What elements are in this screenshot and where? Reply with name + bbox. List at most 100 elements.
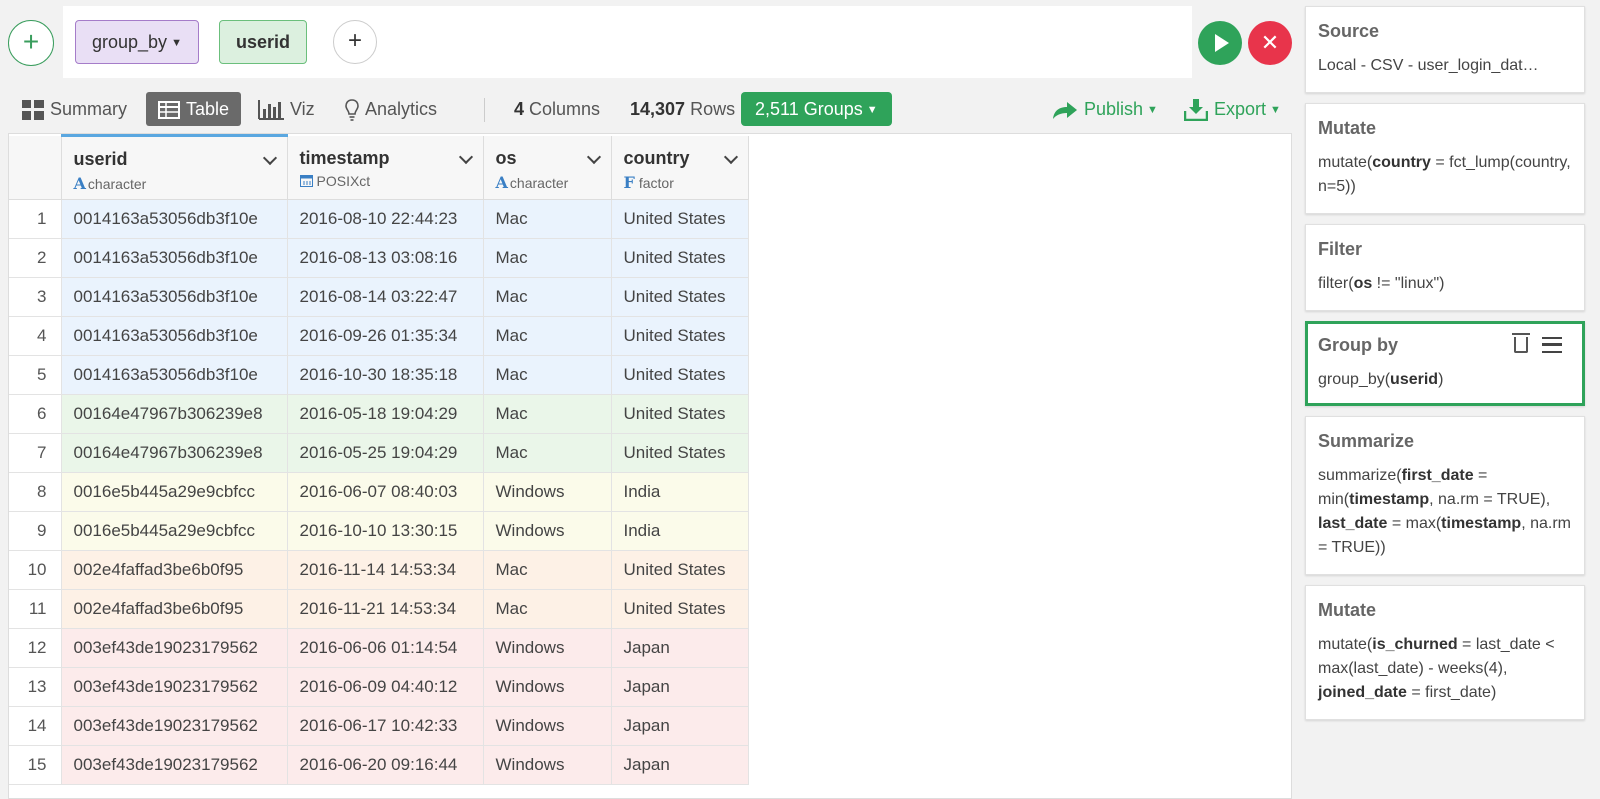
- cell-os: Mac: [483, 433, 612, 473]
- cell-userid: 0014163a53056db3f10e: [61, 238, 288, 278]
- step-title: Mutate: [1318, 600, 1376, 620]
- cell-userid: 003ef43de19023179562: [61, 745, 288, 785]
- table-row: 8 0016e5b445a29e9cbfcc 2016-06-07 08:40:03…: [9, 472, 749, 512]
- cell-timestamp: 2016-08-14 03:22:47: [287, 277, 484, 317]
- cell-os: Mac: [483, 394, 612, 434]
- cell-country: United States: [611, 394, 749, 434]
- column-header-os[interactable]: os Acharacter: [483, 135, 612, 200]
- cell-timestamp: 2016-05-25 19:04:29: [287, 433, 484, 473]
- tab-analytics[interactable]: Analytics: [345, 92, 437, 126]
- column-name: country: [623, 147, 690, 168]
- cell-country: India: [611, 472, 749, 512]
- cell-timestamp: 2016-11-21 14:53:34: [287, 589, 484, 629]
- cell-userid: 0016e5b445a29e9cbfcc: [61, 472, 288, 512]
- verb-pill-group-by[interactable]: group_by ▼: [75, 20, 199, 64]
- step-mutate-churn[interactable]: Mutate mutate(is_churned = last_date < m…: [1305, 585, 1585, 720]
- table-row: 6 00164e47967b306239e8 2016-05-18 19:04:29…: [9, 394, 749, 434]
- cell-os: Windows: [483, 472, 612, 512]
- cell-timestamp: 2016-10-30 18:35:18: [287, 355, 484, 395]
- run-button[interactable]: [1198, 21, 1242, 65]
- row-index: 15: [9, 745, 62, 785]
- verb-label: group_by: [92, 32, 168, 52]
- column-header-userid[interactable]: userid Acharacter: [61, 134, 288, 200]
- character-type-icon: A: [495, 172, 508, 192]
- view-toolbar: Summary Table Viz Analytics 4 Columns 14…: [0, 92, 1292, 128]
- character-type-icon: A: [73, 174, 86, 193]
- table-icon: [158, 101, 180, 120]
- cell-userid: 0014163a53056db3f10e: [61, 355, 288, 395]
- data-table: userid Acharacter timestamp POSIXct os A…: [8, 133, 1292, 799]
- cell-os: Mac: [483, 589, 612, 629]
- step-source[interactable]: Source Local - CSV - user_login_dat…: [1305, 6, 1585, 93]
- table-row: 15 003ef43de19023179562 2016-06-20 09:16:4…: [9, 745, 749, 785]
- export-label: Export: [1214, 99, 1267, 119]
- tab-viz[interactable]: Viz: [258, 92, 315, 126]
- tab-summary[interactable]: Summary: [22, 92, 127, 126]
- export-button[interactable]: Export ▼: [1184, 92, 1281, 126]
- cell-country: United States: [611, 238, 749, 278]
- cell-os: Windows: [483, 706, 612, 746]
- menu-icon[interactable]: [1542, 336, 1562, 353]
- cell-country: United States: [611, 550, 749, 590]
- cell-timestamp: 2016-10-10 13:30:15: [287, 511, 484, 551]
- cell-timestamp: 2016-06-07 08:40:03: [287, 472, 484, 512]
- cell-userid: 003ef43de19023179562: [61, 706, 288, 746]
- add-step-button[interactable]: +: [8, 20, 54, 66]
- cell-userid: 00164e47967b306239e8: [61, 394, 288, 434]
- step-mutate-country[interactable]: Mutate mutate(country = fct_lump(country…: [1305, 103, 1585, 214]
- column-type: POSIXct: [299, 173, 471, 189]
- table-row: 11 002e4faffad3be6b0f95 2016-11-21 14:53:3…: [9, 589, 749, 629]
- cell-country: United States: [611, 355, 749, 395]
- cell-os: Windows: [483, 628, 612, 668]
- publish-button[interactable]: Publish ▼: [1052, 92, 1158, 126]
- tab-table[interactable]: Table: [146, 92, 242, 126]
- row-index: 14: [9, 706, 62, 746]
- step-title: Mutate: [1318, 118, 1376, 138]
- bar-chart-icon: [258, 100, 284, 121]
- cell-timestamp: 2016-06-09 04:40:12: [287, 667, 484, 707]
- step-group-by[interactable]: Group by group_by(userid): [1305, 321, 1585, 406]
- download-icon: [1184, 99, 1208, 122]
- column-header-country[interactable]: country Ffactor: [611, 135, 749, 200]
- lightbulb-icon: [345, 99, 359, 122]
- row-index: 11: [9, 589, 62, 629]
- grid-icon: [22, 100, 44, 121]
- add-argument-button[interactable]: +: [333, 20, 377, 64]
- cell-userid: 0014163a53056db3f10e: [61, 199, 288, 239]
- row-index: 6: [9, 394, 62, 434]
- step-body: summarize(first_date = min(timestamp, na…: [1318, 467, 1571, 556]
- groups-button[interactable]: 2,511 Groups ▼: [741, 92, 892, 126]
- step-summarize[interactable]: Summarize summarize(first_date = min(tim…: [1305, 416, 1585, 575]
- column-type-label: character: [87, 176, 147, 192]
- cell-userid: 003ef43de19023179562: [61, 667, 288, 707]
- trash-icon[interactable]: [1512, 332, 1530, 353]
- chevron-down-icon: ▼: [1147, 104, 1158, 116]
- cell-os: Windows: [483, 745, 612, 785]
- cell-os: Mac: [483, 277, 612, 317]
- cell-userid: 002e4faffad3be6b0f95: [61, 550, 288, 590]
- table-row: 5 0014163a53056db3f10e 2016-10-30 18:35:18…: [9, 355, 749, 395]
- cell-os: Mac: [483, 316, 612, 356]
- calendar-icon: [299, 174, 313, 187]
- step-body: mutate(country = fct_lump(country, n=5)): [1318, 154, 1571, 195]
- cell-userid: 0016e5b445a29e9cbfcc: [61, 511, 288, 551]
- column-type-label: character: [509, 174, 569, 191]
- column-name: timestamp: [299, 147, 390, 168]
- table-row: 14 003ef43de19023179562 2016-06-17 10:42:3…: [9, 706, 749, 746]
- publish-label: Publish: [1084, 99, 1144, 119]
- column-header-timestamp[interactable]: timestamp POSIXct: [287, 135, 484, 200]
- row-index: 10: [9, 550, 62, 590]
- cell-os: Mac: [483, 355, 612, 395]
- cell-os: Windows: [483, 667, 612, 707]
- column-type: Acharacter: [74, 174, 275, 193]
- column-type-label: factor: [638, 174, 674, 191]
- cell-userid: 003ef43de19023179562: [61, 628, 288, 668]
- cell-timestamp: 2016-06-06 01:14:54: [287, 628, 484, 668]
- cell-country: Japan: [611, 667, 749, 707]
- argument-pill-userid[interactable]: userid: [219, 20, 308, 64]
- step-filter[interactable]: Filter filter(os != "linux"): [1305, 224, 1585, 311]
- cancel-button[interactable]: ✕: [1248, 21, 1292, 65]
- cell-country: United States: [611, 316, 749, 356]
- step-body: group_by(userid): [1318, 371, 1444, 388]
- cell-userid: 002e4faffad3be6b0f95: [61, 589, 288, 629]
